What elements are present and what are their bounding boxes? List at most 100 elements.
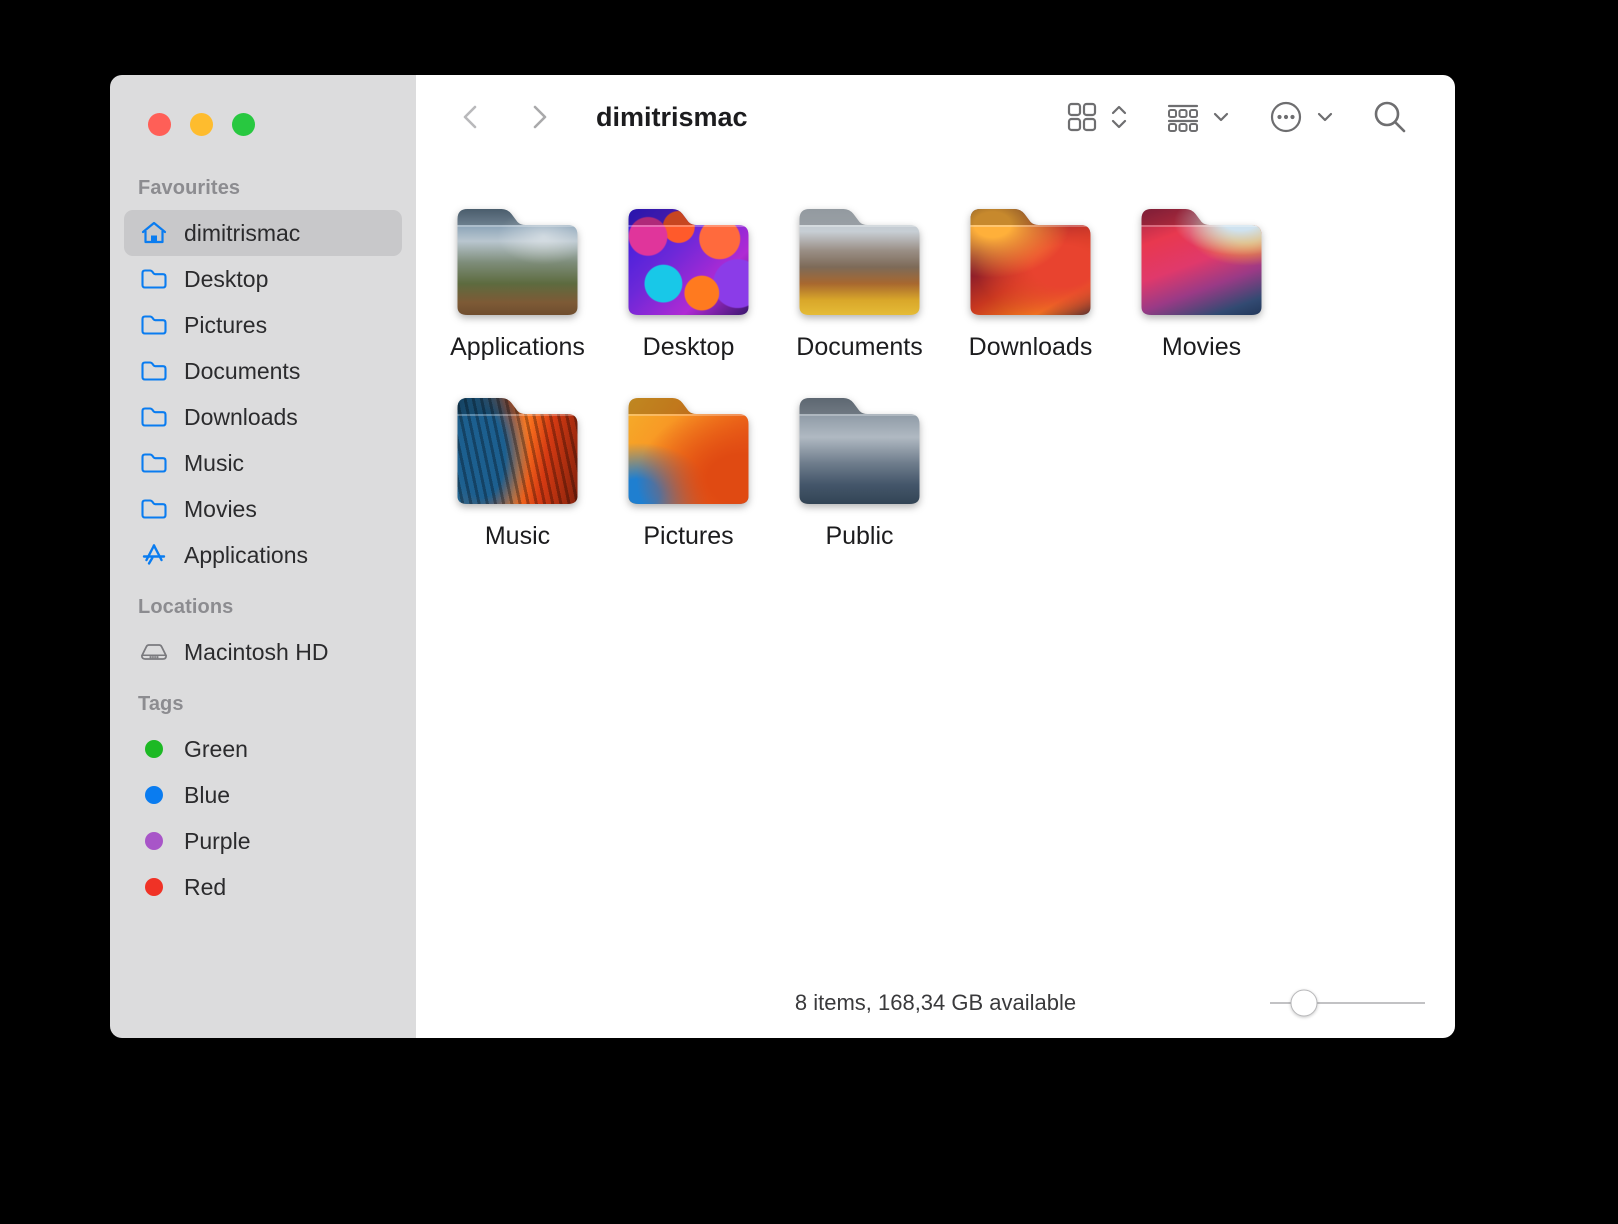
sidebar-item-movies[interactable]: Movies xyxy=(124,486,402,532)
sidebar-section-header: Favourites xyxy=(138,177,241,199)
tag-color-dot xyxy=(145,878,163,896)
chevron-down-icon xyxy=(1317,112,1333,122)
folder-label: Pictures xyxy=(643,522,734,550)
sidebar-item-label: Pictures xyxy=(184,311,268,338)
tag-dot xyxy=(140,827,168,855)
folder-icon xyxy=(141,407,167,427)
sidebar-item-label: Music xyxy=(184,449,245,476)
chevron-left-icon xyxy=(463,105,477,129)
toolbar-actions xyxy=(1047,93,1427,141)
appstore-icon xyxy=(142,544,166,565)
close-button[interactable] xyxy=(148,113,171,136)
sidebar-item-label: Applications xyxy=(184,541,309,568)
sidebar-item-purple[interactable]: Purple xyxy=(124,818,402,864)
sidebar-item-label: Green xyxy=(184,735,248,762)
folder-item[interactable]: Applications xyxy=(432,201,603,362)
folder-label: Desktop xyxy=(642,333,735,361)
appstore-icon xyxy=(140,541,168,569)
home-icon xyxy=(140,219,168,247)
sidebar-item-pictures[interactable]: Pictures xyxy=(124,302,402,348)
folder-item[interactable]: Documents xyxy=(774,201,945,362)
folder-icon xyxy=(141,499,167,519)
page-title: dimitrismac xyxy=(596,101,748,132)
sidebar-section-header: Tags xyxy=(138,693,184,715)
ellipsis-circle-icon xyxy=(1270,101,1302,133)
folder-icon xyxy=(796,201,924,319)
folder-icon xyxy=(454,201,582,319)
sidebar-item-macintosh-hd[interactable]: Macintosh HD xyxy=(124,629,402,675)
folder-item[interactable]: Pictures xyxy=(603,390,774,551)
sidebar: Favourites dimitrismac Desktop Pictures Docu… xyxy=(110,75,416,1038)
folder-icon xyxy=(140,403,168,431)
sidebar-item-blue[interactable]: Blue xyxy=(124,772,402,818)
folder-icon xyxy=(140,495,168,523)
folder-icon xyxy=(141,361,167,381)
slider-track[interactable] xyxy=(1270,989,1425,1017)
forward-button[interactable] xyxy=(516,93,564,141)
folder-icon xyxy=(454,390,582,508)
sidebar-item-label: Movies xyxy=(184,495,257,522)
sidebar-item-green[interactable]: Green xyxy=(124,726,402,772)
finder-window: Favourites dimitrismac Desktop Pictures Docu… xyxy=(110,75,1455,1038)
chevron-down-icon xyxy=(1213,112,1229,122)
sidebar-item-label: dimitrismac xyxy=(184,219,301,246)
folder-label: Documents xyxy=(796,333,923,361)
tag-color-dot xyxy=(145,740,163,758)
folder-label: Movies xyxy=(1161,333,1242,361)
sidebar-item-label: Purple xyxy=(184,827,251,854)
folder-icon xyxy=(141,315,167,335)
toolbar: dimitrismac xyxy=(416,75,1455,159)
tag-dot xyxy=(140,735,168,763)
folder-icon xyxy=(140,449,168,477)
home-icon xyxy=(141,221,167,244)
harddisk-icon xyxy=(140,638,168,666)
group-by-icon xyxy=(1167,104,1199,132)
folder-icon xyxy=(140,265,168,293)
folder-icon xyxy=(141,453,167,473)
traffic-light-controls xyxy=(110,75,416,159)
chevron-up-down-icon xyxy=(1111,105,1127,129)
maximize-button[interactable] xyxy=(232,113,255,136)
folder-icon xyxy=(625,201,753,319)
sidebar-item-label: Blue xyxy=(184,781,231,808)
tag-color-dot xyxy=(145,832,163,850)
more-options-button[interactable] xyxy=(1249,93,1353,141)
folder-item[interactable]: Downloads xyxy=(945,201,1116,362)
sidebar-section-header: Locations xyxy=(138,596,234,618)
sidebar-item-desktop[interactable]: Desktop xyxy=(124,256,402,302)
group-by-button[interactable] xyxy=(1147,93,1249,141)
sidebar-item-downloads[interactable]: Downloads xyxy=(124,394,402,440)
folder-item[interactable]: Public xyxy=(774,390,945,551)
folder-item[interactable]: Desktop xyxy=(603,201,774,362)
back-button[interactable] xyxy=(446,93,494,141)
sidebar-item-documents[interactable]: Documents xyxy=(124,348,402,394)
folder-item[interactable]: Movies xyxy=(1116,201,1287,362)
icon-size-slider[interactable] xyxy=(1270,989,1425,1017)
tag-dot xyxy=(140,781,168,809)
search-button[interactable] xyxy=(1353,93,1427,141)
chevron-right-icon xyxy=(533,105,547,129)
status-text: 8 items, 168,34 GB available xyxy=(794,990,1077,1015)
folder-label: Applications xyxy=(450,333,585,361)
sidebar-item-music[interactable]: Music xyxy=(124,440,402,486)
folder-label: Downloads xyxy=(968,333,1093,361)
search-icon xyxy=(1374,101,1406,133)
folder-icon xyxy=(796,390,924,508)
folder-label: Public xyxy=(825,522,894,550)
sidebar-item-label: Documents xyxy=(184,357,301,384)
minimize-button[interactable] xyxy=(190,113,213,136)
folder-icon xyxy=(1138,201,1266,319)
sidebar-item-red[interactable]: Red xyxy=(124,864,402,910)
folder-item[interactable]: Music xyxy=(432,390,603,551)
grid-view-icon xyxy=(1067,102,1097,132)
slider-thumb[interactable] xyxy=(1290,989,1318,1017)
harddisk-icon xyxy=(140,644,168,660)
sidebar-item-dimitrismac[interactable]: dimitrismac xyxy=(124,210,402,256)
tag-dot xyxy=(140,873,168,901)
sidebar-item-applications[interactable]: Applications xyxy=(124,532,402,578)
sidebar-item-label: Desktop xyxy=(184,265,269,292)
sidebar-item-label: Macintosh HD xyxy=(184,638,329,665)
main-area: dimitrismac Applications Desktop Documen… xyxy=(416,75,1455,1038)
view-mode-button[interactable] xyxy=(1047,93,1147,141)
folder-label: Music xyxy=(484,522,551,550)
